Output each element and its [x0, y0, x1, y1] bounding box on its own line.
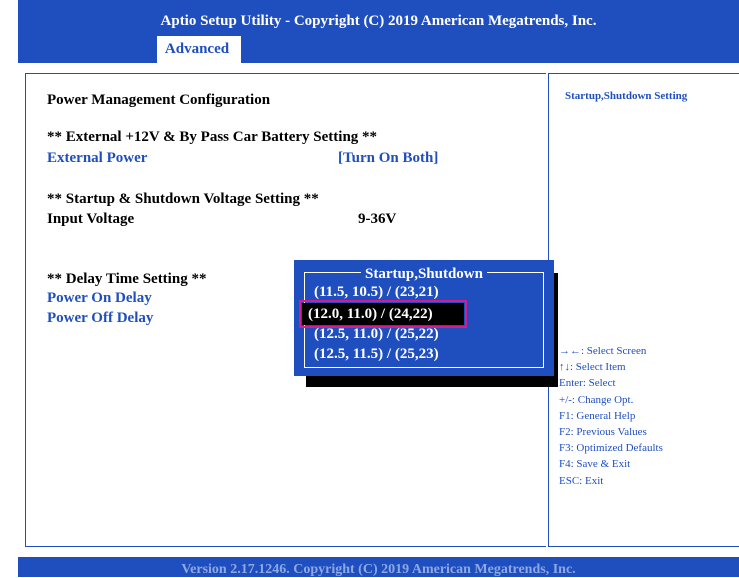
popup-option-selected[interactable]: (12.0, 11.0) / (24,22) [299, 300, 467, 328]
power-on-delay-label[interactable]: Power On Delay [47, 290, 152, 307]
tab-advanced[interactable]: Advanced [153, 36, 241, 63]
voltage-setting-heading: ** Startup & Shutdown Voltage Setting ** [47, 191, 319, 207]
startup-shutdown-popup[interactable]: Startup,Shutdown (11.5, 10.5) / (23,21) … [294, 260, 554, 376]
footer-text: Version 2.17.1246. Copyright (C) 2019 Am… [181, 562, 576, 577]
app-title: Aptio Setup Utility - Copyright (C) 2019… [160, 13, 597, 29]
section-title: Power Management Configuration [47, 92, 271, 108]
popup-option[interactable]: (12.5, 11.5) / (25,23) [314, 346, 439, 363]
external-power-value[interactable]: [Turn On Both] [338, 150, 438, 167]
external-power-label[interactable]: External Power [47, 150, 147, 167]
key-f4: F4: Save & Exit [559, 458, 631, 471]
key-select-item: ↑↓: Select Item [559, 361, 626, 374]
key-f2: F2: Previous Values [559, 426, 647, 439]
startup-shutdown-value[interactable]: [(12.0,11.0)/(24,22)] [338, 231, 461, 248]
key-legend: →←: Select Screen ↑↓: Select Item Enter:… [559, 343, 663, 489]
popup-option[interactable]: (12.5, 11.0) / (25,22) [314, 326, 439, 343]
external-power-heading: ** External +12V & By Pass Car Battery S… [47, 129, 378, 145]
popup-title-text: Startup,Shutdown [361, 266, 487, 282]
popup-option[interactable]: (11.5, 10.5) / (23,21) [314, 284, 439, 301]
key-change-opt: +/-: Change Opt. [559, 393, 634, 406]
key-esc: ESC: Exit [559, 474, 604, 487]
startup-shutdown-label[interactable]: Startup,Shutdown [47, 231, 165, 248]
input-voltage-label: Input Voltage [47, 211, 135, 227]
help-panel: Startup,Shutdown Setting →←: Select Scre… [548, 73, 739, 547]
help-title: Startup,Shutdown Setting [565, 90, 688, 102]
title-bar: Aptio Setup Utility - Copyright (C) 2019… [18, 0, 739, 63]
popup-title: Startup,Shutdown [294, 265, 554, 283]
key-select-screen: →←: Select Screen [559, 345, 647, 357]
input-voltage-value: 9-36V [358, 211, 397, 227]
delay-time-heading: ** Delay Time Setting ** [47, 271, 207, 287]
footer-bar: Version 2.17.1246. Copyright (C) 2019 Am… [18, 557, 739, 577]
key-enter: Enter: Select [559, 377, 616, 390]
key-f3: F3: Optimized Defaults [559, 442, 663, 455]
power-off-delay-label[interactable]: Power Off Delay [47, 310, 153, 327]
key-f1: F1: General Help [559, 409, 636, 422]
